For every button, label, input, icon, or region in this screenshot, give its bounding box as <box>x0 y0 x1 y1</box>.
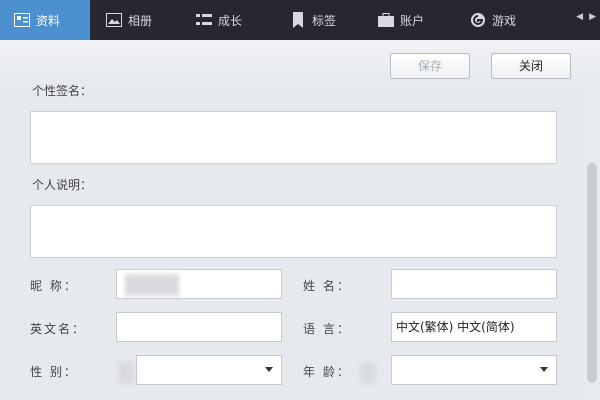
english-name-label: 英文名： <box>30 322 87 336</box>
tab-scroll-arrows: ◀ ▶ <box>576 12 596 22</box>
tab-growth[interactable]: 成长 <box>196 0 242 40</box>
blurred-gender <box>118 362 134 384</box>
tab-account[interactable]: 账户 <box>378 0 424 40</box>
nickname-input[interactable] <box>116 269 282 299</box>
description-label: 个人说明： <box>32 178 93 192</box>
signature-label: 个性签名： <box>32 84 93 98</box>
tab-album[interactable]: 相册 <box>106 0 152 40</box>
tab-label: 标签 <box>312 13 337 28</box>
english-name-input[interactable] <box>116 312 282 342</box>
profile-card-icon <box>14 12 30 28</box>
scroll-left-icon[interactable]: ◀ <box>576 12 583 22</box>
close-button[interactable]: 关闭 <box>491 53 571 79</box>
tab-label: 成长 <box>218 13 243 28</box>
chevron-down-icon <box>540 367 548 372</box>
name-label: 姓 名： <box>303 279 351 293</box>
growth-list-icon <box>196 12 212 28</box>
scroll-right-icon[interactable]: ▶ <box>589 12 596 22</box>
photo-album-icon <box>106 12 122 28</box>
description-textarea[interactable] <box>30 205 557 258</box>
signature-textarea[interactable] <box>30 111 557 164</box>
blurred-nickname <box>125 274 179 296</box>
briefcase-icon <box>378 12 394 28</box>
language-label: 语 言： <box>303 322 351 336</box>
tab-label: 资料 <box>36 13 61 28</box>
tab-bar: 资料 相册 成长 标签 账户 游戏 ◀ ▶ <box>0 0 600 40</box>
tab-label: 相册 <box>128 13 153 28</box>
nickname-label: 昵 称： <box>30 279 78 293</box>
tab-profile[interactable]: 资料 <box>0 0 90 40</box>
game-icon <box>470 12 486 28</box>
language-input[interactable]: 中文(繁体) 中文(简体) <box>391 312 557 342</box>
profile-form: 个性签名： 个人说明： 昵 称： 姓 名： 英文名： 语 言： 中文(繁体) 中… <box>0 84 584 400</box>
tab-games[interactable]: 游戏 <box>470 0 516 40</box>
age-select[interactable] <box>391 355 557 385</box>
name-input[interactable] <box>391 269 557 299</box>
blurred-age <box>360 362 376 384</box>
age-label: 年 龄： <box>303 365 351 379</box>
tab-tags[interactable]: 标签 <box>290 0 336 40</box>
tab-label: 账户 <box>400 13 425 28</box>
bookmark-icon <box>290 12 306 28</box>
vertical-scrollbar[interactable] <box>584 88 600 400</box>
gender-label: 性 别： <box>30 365 78 379</box>
save-button[interactable]: 保存 <box>390 53 470 79</box>
tab-label: 游戏 <box>492 13 517 28</box>
scrollbar-thumb[interactable] <box>587 163 597 383</box>
gender-select[interactable] <box>136 355 282 385</box>
chevron-down-icon <box>265 367 273 372</box>
